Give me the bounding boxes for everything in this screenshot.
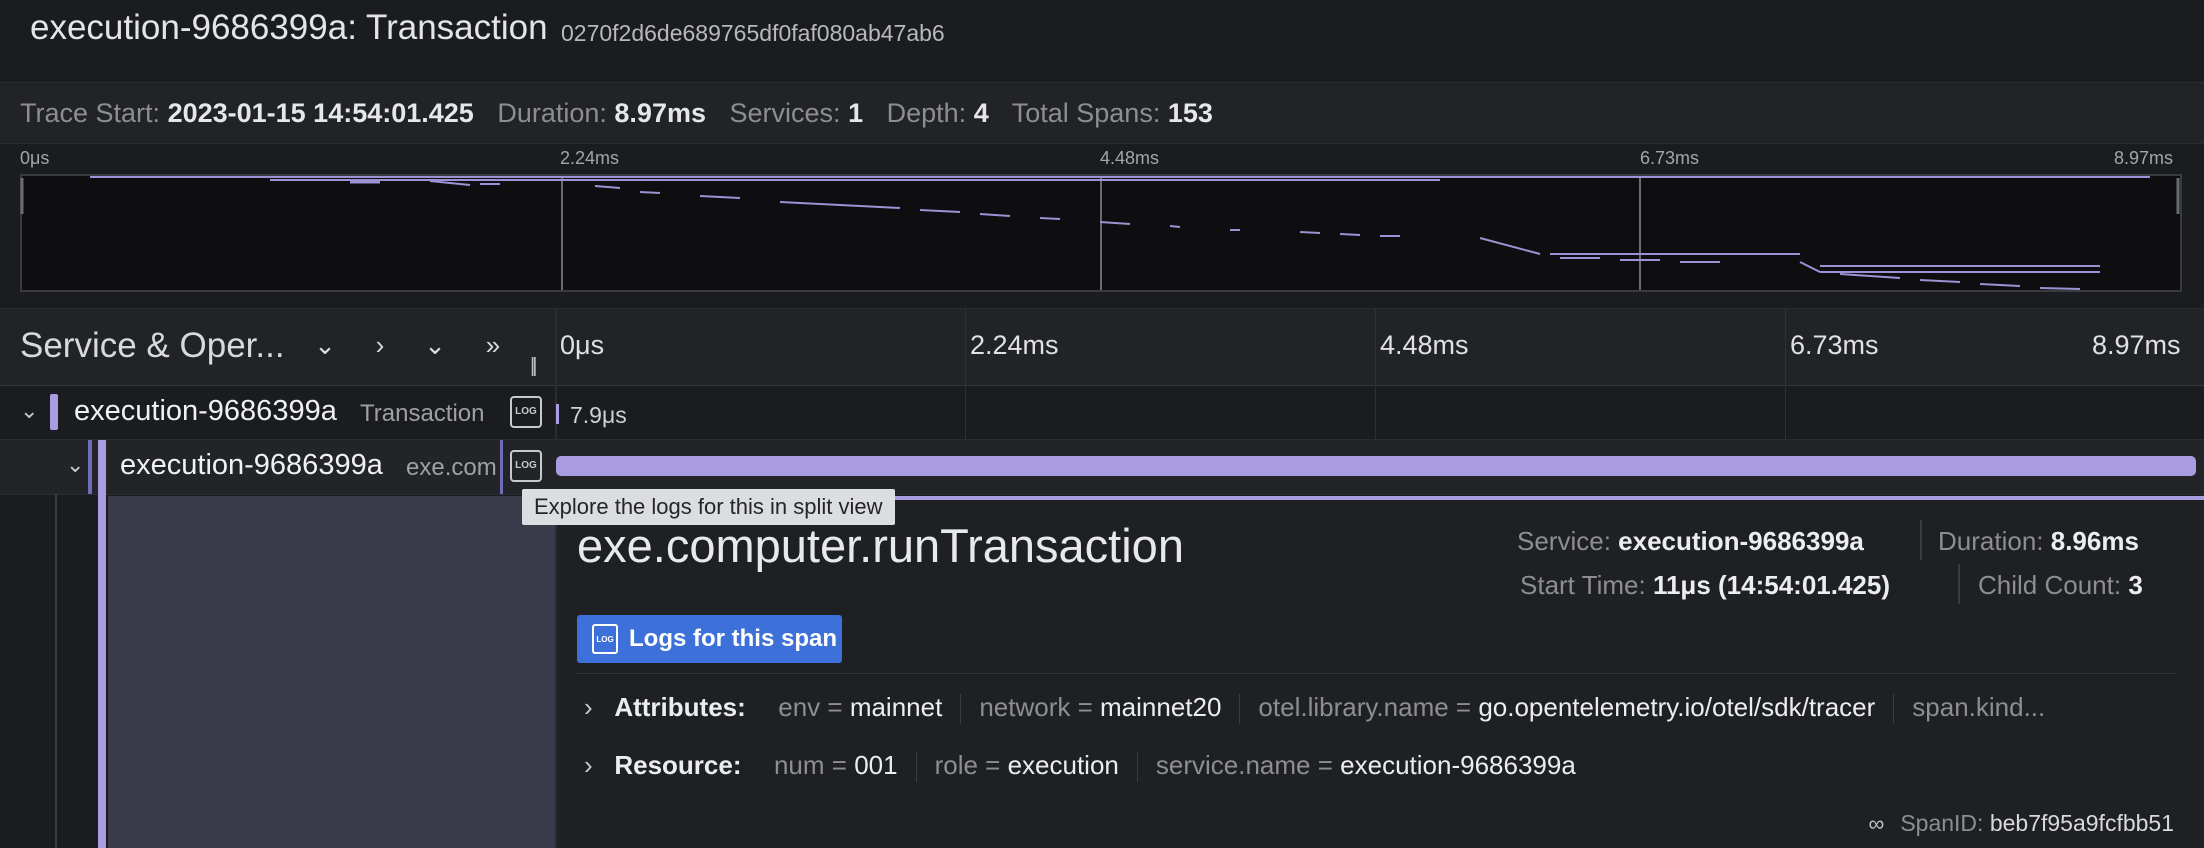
trace-start-label: Trace Start: (20, 98, 161, 128)
chevron-right-icon[interactable]: › (365, 330, 395, 360)
attribute-value: mainnet (849, 692, 943, 722)
attribute-value: mainnet20 (1100, 692, 1222, 722)
span-detail-title: exe.computer.runTransaction (577, 519, 1184, 572)
span-id-label: SpanID: (1900, 810, 1984, 836)
child-count-label: Child Count: (1978, 570, 2122, 600)
link-icon: ∞ (1868, 811, 1885, 836)
meta-separator (1958, 564, 1960, 604)
tree-guide (55, 494, 57, 848)
attributes-row[interactable]: › Attributes: env = mainnet network = mai… (584, 692, 2046, 725)
depth-value: 4 (973, 98, 989, 128)
span-operation-name[interactable]: exe.com (406, 454, 497, 482)
span-service-name[interactable]: execution-9686399a (120, 449, 383, 482)
duration-label: Duration: (497, 98, 607, 128)
span-duration-label: 7.9μs (570, 402, 627, 428)
trace-id: 0270f2d6de689765df0faf080ab47ab6 (561, 20, 945, 46)
resource-value: 001 (854, 750, 898, 780)
minimap-tick: 4.48ms (1100, 148, 1160, 168)
resource-key: num (773, 750, 825, 780)
span-id-value: beb7f95a9fcfbb51 (1989, 810, 2174, 836)
span-logs-icon[interactable]: LOG (510, 396, 542, 428)
depth-label: Depth: (886, 98, 967, 128)
detail-duration: Duration: 8.96ms (1938, 526, 2139, 557)
timeline-tick: 6.73ms (1790, 330, 1879, 360)
resource-row[interactable]: › Resource: num = 001 role = execution ser… (584, 750, 1576, 783)
span-id[interactable]: ∞ SpanID: beb7f95a9fcfbb51 (1862, 810, 2174, 837)
service-label: Service: (1517, 526, 1611, 556)
timeline-tick: 8.97ms (2092, 330, 2181, 360)
resource-key: service.name (1155, 750, 1311, 780)
minimap-tick: 2.24ms (560, 148, 620, 168)
detail-child-count: Child Count: 3 (1978, 570, 2143, 601)
resource-value: execution (1007, 750, 1119, 780)
chevron-right-icon[interactable]: › (584, 692, 593, 722)
detail-tree-area (108, 496, 555, 848)
tree-guide (88, 440, 92, 494)
chevron-right-icon[interactable]: › (584, 750, 593, 780)
timeline-tick: 0μs (560, 330, 605, 360)
start-time-value: 11μs (14:54:01.425) (1652, 570, 1891, 600)
span-bar[interactable] (556, 456, 2196, 476)
chevrons-down-icon[interactable]: ⌄ (420, 330, 450, 360)
span-service-name[interactable]: execution-9686399a (74, 395, 337, 428)
service-operation-column-title: Service & Oper... (20, 326, 285, 365)
child-count-value: 3 (2128, 570, 2143, 600)
divider (577, 673, 2177, 674)
minimap-tick: 8.97ms (2114, 148, 2174, 168)
services-label: Services: (729, 98, 841, 128)
column-resizer-handle[interactable]: || (530, 355, 538, 378)
detail-start-time: Start Time: 11μs (14:54:01.425) (1520, 570, 1890, 601)
attribute-key: network (979, 692, 1071, 722)
resource-key: role (934, 750, 978, 780)
chevron-down-icon[interactable]: ⌄ (310, 330, 340, 360)
row-accent (500, 440, 503, 494)
service-value: execution-9686399a (1618, 526, 1864, 556)
logs-tooltip: Explore the logs for this in split view (522, 489, 895, 525)
span-logs-icon[interactable]: LOG (510, 450, 542, 482)
chevrons-right-icon[interactable]: » (478, 330, 508, 360)
logs-icon: LOG (592, 624, 618, 654)
span-bar[interactable] (556, 404, 559, 424)
minimap-graph (20, 176, 2180, 290)
attribute-key: env (778, 692, 821, 722)
service-color-bar (98, 494, 106, 848)
chevron-down-icon[interactable]: ⌄ (66, 452, 84, 478)
minimap-tick: 6.73ms (1640, 148, 1700, 168)
trace-stats: Trace Start: 2023-01-15 14:54:01.425 Dur… (20, 98, 1213, 129)
timeline-tick: 2.24ms (970, 330, 1059, 360)
detail-service: Service: execution-9686399a (1517, 526, 1864, 557)
attribute-key: otel.library.name (1258, 692, 1449, 722)
duration-label: Duration: (1938, 526, 2044, 556)
resource-label: Resource: (614, 750, 742, 780)
start-time-label: Start Time: (1520, 570, 1646, 600)
trace-start-value: 2023-01-15 14:54:01.425 (167, 98, 474, 128)
total-spans-value: 153 (1167, 98, 1213, 128)
service-color-bar (98, 440, 106, 494)
attributes-label: Attributes: (614, 692, 746, 722)
timeline-tick: 4.48ms (1380, 330, 1469, 360)
minimap-tick: 0μs (20, 148, 50, 168)
span-operation-name[interactable]: Transaction (360, 400, 485, 428)
service-color-bar (50, 394, 58, 430)
meta-separator (1920, 520, 1922, 560)
duration-value: 8.97ms (614, 98, 706, 128)
minimap-ticks: 0μs 2.24ms 4.48ms 6.73ms 8.97ms (0, 148, 2204, 170)
attribute-overflow: span.kind... (1912, 692, 2046, 722)
chevron-down-icon[interactable]: ⌄ (20, 398, 38, 424)
duration-value: 8.96ms (2050, 526, 2139, 556)
resource-value: execution-9686399a (1340, 750, 1576, 780)
attribute-value: go.opentelemetry.io/otel/sdk/tracer (1478, 692, 1876, 722)
trace-title: execution-9686399a: Transaction (30, 8, 548, 47)
services-value: 1 (848, 98, 864, 128)
total-spans-label: Total Spans: (1011, 98, 1161, 128)
